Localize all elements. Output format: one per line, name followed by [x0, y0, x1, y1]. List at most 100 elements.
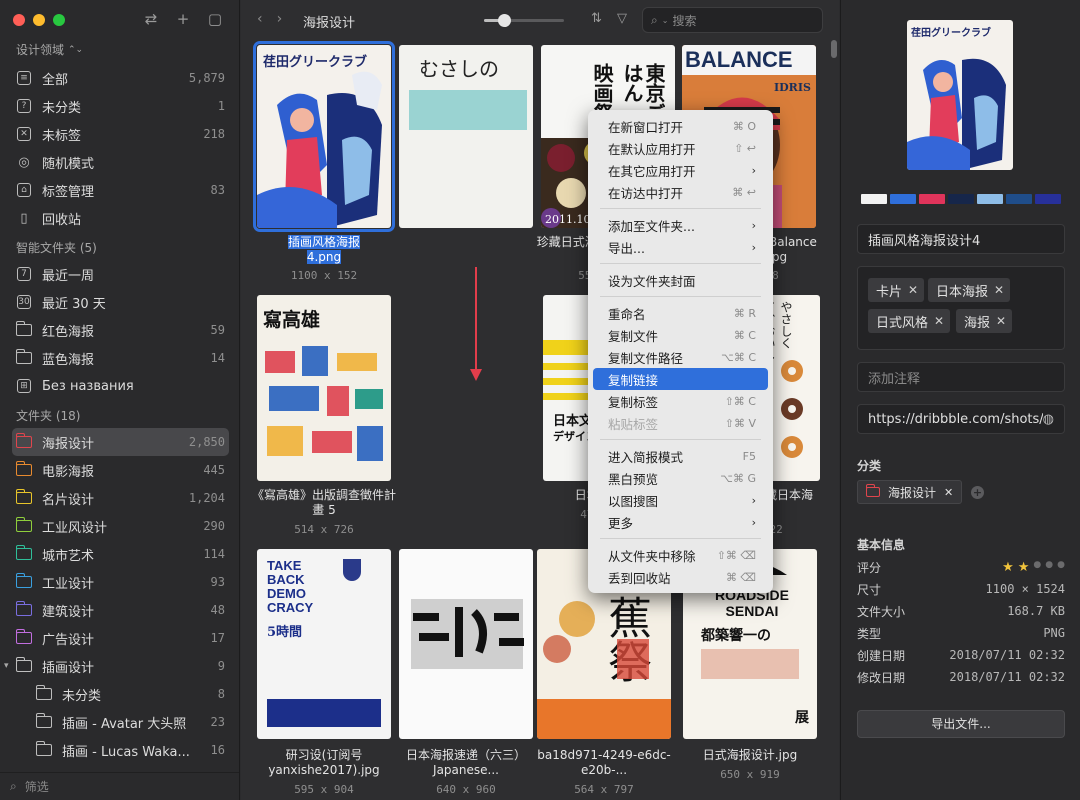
sidebar-item[interactable]: ⊞ Без названия	[0, 372, 239, 400]
sidebar-folder-item[interactable]: 电影海报 445	[0, 456, 239, 484]
category-folder-chip[interactable]: 海报设计 ✕	[857, 480, 963, 504]
menu-item[interactable]: 复制文件路径 ⌥⌘ C	[593, 346, 768, 368]
star-empty-icon[interactable]: ●	[1033, 560, 1041, 575]
color-swatch[interactable]	[861, 194, 887, 204]
remove-tag-icon[interactable]: ✕	[908, 283, 918, 297]
sidebar-folder-item[interactable]: 工业设计 93	[0, 568, 239, 596]
poster-subtitle: 都築響一の	[701, 628, 771, 644]
rating-stars[interactable]: ★ ★ ● ● ●	[1002, 560, 1065, 575]
close-window-button[interactable]	[13, 14, 25, 26]
minimize-window-button[interactable]	[33, 14, 45, 26]
url-field[interactable]: https://dribbble.com/shots/: ◍	[857, 404, 1065, 434]
sidebar-subfolder-item[interactable]: 插画 - Avatar 大头照 23	[0, 708, 239, 736]
color-swatch[interactable]	[1035, 194, 1061, 204]
sidebar-folder-item[interactable]: 城市艺术 114	[0, 540, 239, 568]
menu-item[interactable]: 更多 ›	[593, 511, 768, 533]
star-filled-icon[interactable]: ★	[1018, 560, 1030, 575]
remove-tag-icon[interactable]: ✕	[934, 314, 944, 328]
back-icon[interactable]: ‹	[257, 11, 263, 27]
menu-item[interactable]: 从文件夹中移除 ⇧⌘ ⌫	[593, 544, 768, 566]
zoom-window-button[interactable]	[53, 14, 65, 26]
color-swatch[interactable]	[1006, 194, 1032, 204]
sidebar-folder-item[interactable]: 建筑设计 48	[0, 596, 239, 624]
tag-chip[interactable]: 日式风格 ✕	[868, 309, 951, 333]
tag-chip[interactable]: 海报 ✕	[956, 309, 1013, 333]
star-filled-icon[interactable]: ★	[1002, 560, 1014, 575]
sidebar-folder-item[interactable]: 名片设计 1,204	[0, 484, 239, 512]
menu-item[interactable]: 设为文件夹封面	[593, 269, 768, 291]
color-swatch[interactable]	[948, 194, 974, 204]
sidebar-subfolder-item[interactable]: 插画 - Lucas Waka... 16	[0, 736, 239, 764]
menu-item[interactable]: 在新窗口打开 ⌘ O	[593, 115, 768, 137]
tags-field[interactable]: 卡片 ✕ 日本海报 ✕ 日式风格 ✕ 海报 ✕	[857, 266, 1065, 350]
tag-chip[interactable]: 日本海报 ✕	[928, 278, 1011, 302]
forward-icon[interactable]: ›	[277, 11, 283, 27]
menu-item[interactable]: 复制标签 ⇧⌘ C	[593, 390, 768, 412]
sidebar-folder-item[interactable]: ▾ 插画设计 9	[0, 652, 239, 680]
note-input[interactable]: 添加注释	[857, 362, 1065, 392]
library-switcher[interactable]: 设计领域 ⌃⌄	[0, 38, 239, 62]
item-dimensions: 564 x 797	[574, 783, 634, 796]
menu-item[interactable]: 导出... ›	[593, 236, 768, 258]
disclosure-triangle-icon[interactable]: ▾	[4, 661, 9, 671]
name-field[interactable]: 插画风格海报设计4	[857, 224, 1065, 254]
sidebar-item[interactable]: ⌂ 标签管理 83	[0, 176, 239, 204]
preview-image[interactable]: 荏田グリークラブ	[907, 20, 1013, 170]
export-button[interactable]: 导出文件...	[857, 710, 1065, 738]
sidebar-folder-item[interactable]: 工业风设计 290	[0, 512, 239, 540]
menu-item[interactable]: 黑白预览 ⌥⌘ G	[593, 467, 768, 489]
folder-shape	[15, 657, 32, 672]
remove-category-icon[interactable]: ✕	[944, 486, 953, 499]
city-illustration-art	[265, 346, 383, 461]
menu-shortcut: ⇧⌘ C	[724, 394, 756, 408]
folders-header[interactable]: 文件夹 (18)	[0, 404, 239, 428]
sidebar-subfolder-item[interactable]: 未分类 8	[0, 680, 239, 708]
menu-item[interactable]: 复制链接	[593, 368, 768, 390]
sidebar-folder-item[interactable]: 海报设计 2,850	[12, 428, 229, 456]
add-icon[interactable]: +	[175, 10, 191, 28]
tag-box-icon: ⌂	[16, 182, 32, 198]
folder-shape	[35, 713, 52, 728]
filter-icon[interactable]: ▽	[617, 11, 627, 26]
menu-item[interactable]: 重命名 ⌘ R	[593, 302, 768, 324]
sync-icon[interactable]: ⇄	[143, 10, 159, 28]
sidebar-item[interactable]: ? 未分类 1	[0, 92, 239, 120]
color-swatch[interactable]	[919, 194, 945, 204]
menu-item[interactable]: 以图搜图 ›	[593, 489, 768, 511]
scrollbar[interactable]	[831, 40, 837, 58]
menu-item[interactable]: 在默认应用打开 ⇧ ↩	[593, 137, 768, 159]
color-swatch[interactable]	[977, 194, 1003, 204]
menu-item-label: 添加至文件夹...	[608, 218, 695, 234]
sort-icon[interactable]: ⇅	[591, 11, 602, 26]
sidebar-item[interactable]: 红色海报 59	[0, 316, 239, 344]
zoom-slider-knob[interactable]	[498, 14, 511, 27]
sidebar-item[interactable]: 蓝色海报 14	[0, 344, 239, 372]
menu-item[interactable]: 添加至文件夹... ›	[593, 214, 768, 236]
sidebar-toggle-icon[interactable]: ▢	[207, 10, 223, 28]
sidebar-item[interactable]: ▯ 回收站	[0, 204, 239, 232]
globe-icon[interactable]: ◍	[1043, 412, 1054, 427]
sidebar-folder-item[interactable]: 广告设计 17	[0, 624, 239, 652]
zoom-slider[interactable]	[484, 14, 564, 27]
sidebar-filter[interactable]: ⌕ 筛选	[0, 772, 239, 800]
star-empty-icon[interactable]: ●	[1057, 560, 1065, 575]
search-input[interactable]: ⌕ ⌄ 搜索	[642, 7, 823, 33]
sidebar-item-label: 海报设计	[42, 436, 95, 452]
menu-item[interactable]: 在其它应用打开 ›	[593, 159, 768, 181]
star-empty-icon[interactable]: ●	[1045, 560, 1053, 575]
smart-folders-header[interactable]: 智能文件夹 (5)	[0, 236, 239, 260]
tag-chip[interactable]: 卡片 ✕	[868, 278, 925, 302]
menu-item[interactable]: 丢到回收站 ⌘ ⌫	[593, 566, 768, 588]
menu-item[interactable]: 进入简报模式 F5	[593, 445, 768, 467]
menu-item[interactable]: 在访达中打开 ⌘ ↩	[593, 181, 768, 203]
menu-item[interactable]: 复制文件 ⌘ C	[593, 324, 768, 346]
sidebar-item[interactable]: ◎ 随机模式	[0, 148, 239, 176]
remove-tag-icon[interactable]: ✕	[996, 314, 1006, 328]
sidebar-item[interactable]: ≡ 全部 5,879	[0, 64, 239, 92]
sidebar-item[interactable]: 7 最近一周	[0, 260, 239, 288]
remove-tag-icon[interactable]: ✕	[994, 283, 1004, 297]
color-swatch[interactable]	[890, 194, 916, 204]
add-category-icon[interactable]: +	[971, 486, 984, 499]
sidebar-item[interactable]: 30 最近 30 天	[0, 288, 239, 316]
sidebar-item[interactable]: ✕ 未标签 218	[0, 120, 239, 148]
